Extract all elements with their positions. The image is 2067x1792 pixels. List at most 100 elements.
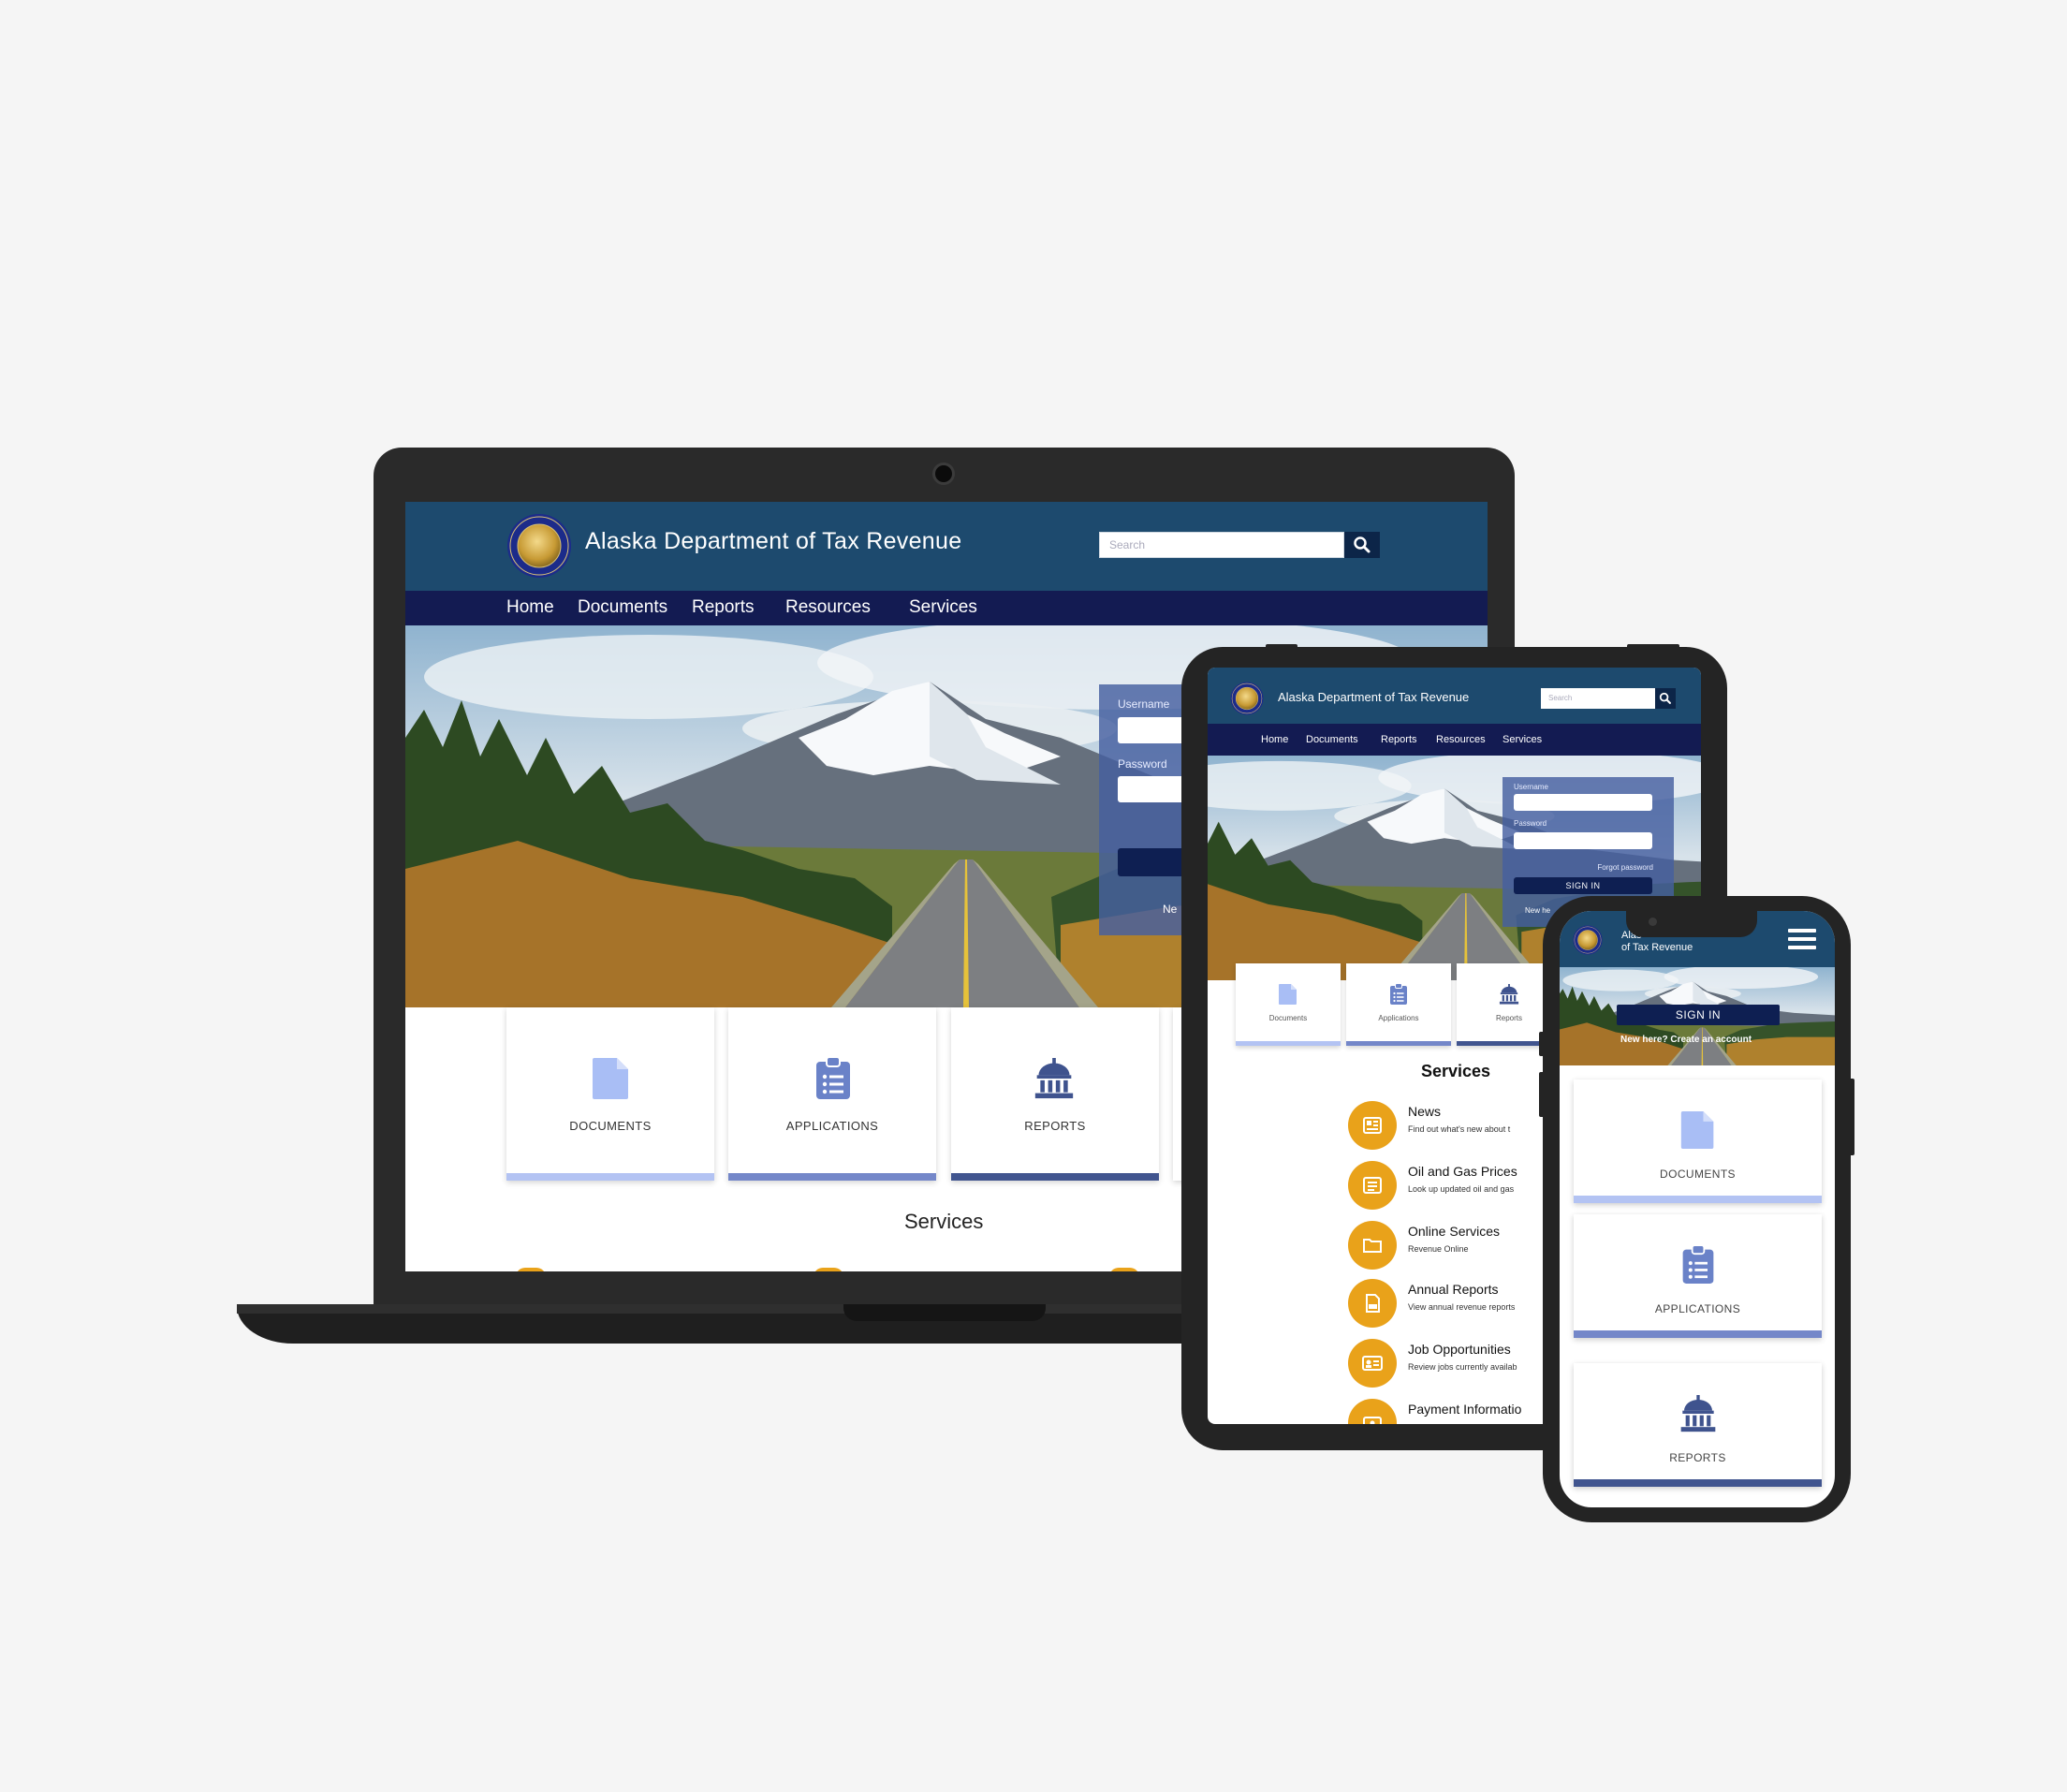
money-icon xyxy=(1363,1417,1382,1424)
documents-card-label: DOCUMENTS xyxy=(569,1119,652,1133)
documents-card[interactable]: DOCUMENTS xyxy=(506,1007,714,1181)
service-title[interactable]: Payment Informatio xyxy=(1408,1402,1521,1417)
phone-notch xyxy=(1626,911,1757,937)
forgot-password-link[interactable]: Forgot password xyxy=(1597,863,1653,872)
username-input[interactable] xyxy=(1514,794,1652,811)
nav-reports[interactable]: Reports xyxy=(692,597,755,618)
nav-documents[interactable]: Documents xyxy=(1306,734,1358,745)
applications-card-label: APPLICATIONS xyxy=(1654,1302,1741,1315)
card-accent-bar xyxy=(1236,1041,1341,1046)
file-icon xyxy=(1278,982,1298,1006)
sign-in-button[interactable]: SIGN IN xyxy=(1514,877,1652,894)
reports-card-label: REPORTS xyxy=(1024,1119,1086,1133)
services-heading: Services xyxy=(904,1210,984,1233)
id-card-icon xyxy=(1362,1356,1383,1371)
clipboard-list-icon xyxy=(813,1056,854,1101)
service-icon-partial xyxy=(1109,1268,1139,1271)
documents-card-label: DOCUMENTS xyxy=(1660,1168,1736,1181)
file-icon xyxy=(591,1056,632,1101)
search-icon xyxy=(1659,692,1672,705)
folder-icon xyxy=(1363,1239,1382,1253)
card-accent-bar xyxy=(1574,1330,1822,1338)
service-icon-partial xyxy=(516,1268,546,1271)
applications-card[interactable]: APPLICATIONS xyxy=(728,1007,936,1181)
create-account-link[interactable]: Ne xyxy=(1163,903,1177,916)
password-label: Password xyxy=(1118,757,1167,771)
service-title[interactable]: Job Opportunities xyxy=(1408,1342,1511,1357)
password-input[interactable] xyxy=(1514,832,1652,849)
nav-resources[interactable]: Resources xyxy=(1436,734,1486,745)
card-accent-bar xyxy=(728,1173,936,1181)
service-payment[interactable] xyxy=(1348,1399,1397,1424)
card-accent-bar xyxy=(506,1173,714,1181)
government-building-icon xyxy=(1034,1056,1075,1101)
service-description: View annual revenue reports xyxy=(1408,1302,1516,1312)
create-account-link[interactable]: New he xyxy=(1525,906,1550,915)
phone-screen: Alas of Tax Revenue SIGN IN New here? Cr… xyxy=(1560,911,1835,1507)
file-icon xyxy=(1679,1108,1717,1153)
service-annual-reports[interactable] xyxy=(1348,1279,1397,1328)
service-online[interactable] xyxy=(1348,1221,1397,1270)
government-building-icon xyxy=(1679,1391,1717,1436)
search-button[interactable] xyxy=(1655,688,1676,709)
documents-card-label: Documents xyxy=(1268,1014,1308,1022)
nav-services[interactable]: Services xyxy=(1503,734,1542,745)
password-label: Password xyxy=(1514,819,1547,828)
pdf-file-icon xyxy=(1366,1294,1380,1313)
nav-reports[interactable]: Reports xyxy=(1381,734,1417,745)
site-title[interactable]: Alaska Department of Tax Revenue xyxy=(585,528,961,555)
nav-home[interactable]: Home xyxy=(506,597,554,618)
card-accent-bar xyxy=(1574,1479,1822,1487)
create-account-link[interactable]: New here? Create an account xyxy=(1620,1035,1752,1045)
applications-card-label: APPLICATIONS xyxy=(785,1119,879,1133)
tablet-button xyxy=(1627,644,1679,649)
site-title-line2: of Tax Revenue xyxy=(1621,942,1693,953)
services-heading: Services xyxy=(1421,1062,1491,1080)
hamburger-menu-icon[interactable] xyxy=(1788,928,1816,950)
applications-card-label: Applications xyxy=(1378,1014,1419,1022)
username-label: Username xyxy=(1118,698,1170,711)
nav-services[interactable]: Services xyxy=(909,597,977,618)
service-title[interactable]: Annual Reports xyxy=(1408,1282,1499,1297)
sign-in-button[interactable]: SIGN IN xyxy=(1617,1005,1780,1025)
newspaper-icon xyxy=(1363,1117,1382,1134)
documents-card[interactable]: DOCUMENTS xyxy=(1574,1080,1822,1203)
search-input[interactable]: Search xyxy=(1541,688,1655,709)
nav-resources[interactable]: Resources xyxy=(785,597,871,618)
username-label: Username xyxy=(1514,783,1548,791)
laptop-trackpad-notch xyxy=(843,1304,1046,1321)
government-building-icon xyxy=(1499,982,1519,1006)
tablet-button xyxy=(1266,644,1297,649)
clipboard-list-icon xyxy=(1388,982,1409,1006)
service-icon-partial xyxy=(814,1268,843,1271)
reports-card[interactable]: REPORTS xyxy=(951,1007,1159,1181)
documents-card[interactable]: Documents xyxy=(1236,963,1341,1046)
service-title[interactable]: News xyxy=(1408,1104,1441,1119)
reports-card[interactable]: REPORTS xyxy=(1574,1363,1822,1487)
site-title[interactable]: Alaska Department of Tax Revenue xyxy=(1278,690,1469,704)
applications-card[interactable]: Applications xyxy=(1346,963,1451,1046)
service-oil-gas[interactable] xyxy=(1348,1161,1397,1210)
card-accent-bar xyxy=(1346,1041,1451,1046)
state-seal-logo[interactable] xyxy=(1230,682,1264,715)
service-title[interactable]: Oil and Gas Prices xyxy=(1408,1164,1517,1179)
nav-home[interactable]: Home xyxy=(1261,734,1288,745)
state-seal-logo[interactable] xyxy=(506,513,572,579)
nav-documents[interactable]: Documents xyxy=(578,597,667,618)
service-title[interactable]: Online Services xyxy=(1408,1224,1500,1239)
search-icon xyxy=(1353,536,1371,554)
service-jobs[interactable] xyxy=(1348,1339,1397,1388)
state-seal-logo[interactable] xyxy=(1573,925,1603,955)
card-accent-bar xyxy=(951,1173,1159,1181)
laptop-camera xyxy=(935,465,952,482)
service-description: Revenue Online xyxy=(1408,1244,1469,1254)
phone-camera xyxy=(1649,918,1657,926)
search-button[interactable] xyxy=(1344,532,1380,558)
search-input[interactable]: Search xyxy=(1099,532,1344,558)
applications-card[interactable]: APPLICATIONS xyxy=(1574,1214,1822,1338)
service-news[interactable] xyxy=(1348,1101,1397,1150)
list-document-icon xyxy=(1363,1177,1382,1194)
service-description: Look up updated oil and gas xyxy=(1408,1184,1515,1194)
service-description: Find out what's new about t xyxy=(1408,1124,1511,1134)
reports-card-label: REPORTS xyxy=(1669,1451,1726,1464)
